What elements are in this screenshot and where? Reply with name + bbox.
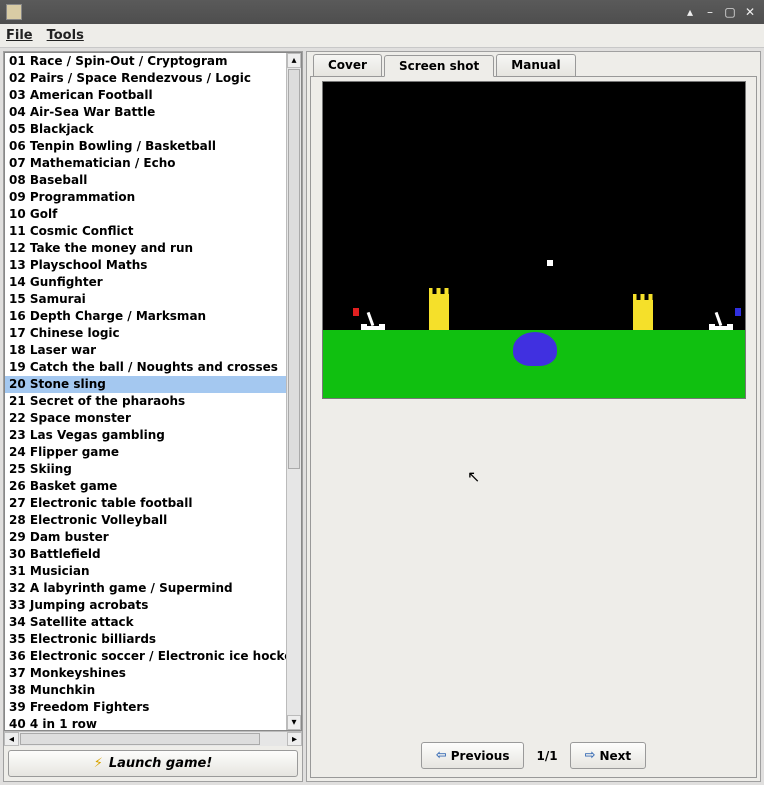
mouse-cursor-icon: ↖ (467, 467, 480, 486)
launch-label: Launch game! (109, 756, 212, 771)
list-item[interactable]: 06 Tenpin Bowling / Basketball (5, 138, 286, 155)
list-item[interactable]: 16 Depth Charge / Marksman (5, 308, 286, 325)
list-item[interactable]: 12 Take the money and run (5, 240, 286, 257)
list-item[interactable]: 08 Baseball (5, 172, 286, 189)
list-item[interactable]: 03 American Football (5, 87, 286, 104)
list-item[interactable]: 18 Laser war (5, 342, 286, 359)
maximize-button[interactable]: ▢ (722, 4, 738, 20)
list-item[interactable]: 31 Musician (5, 563, 286, 580)
list-item[interactable]: 40 4 in 1 row (5, 716, 286, 730)
list-item[interactable]: 39 Freedom Fighters (5, 699, 286, 716)
list-item[interactable]: 38 Munchkin (5, 682, 286, 699)
page-counter: 1/1 (536, 749, 557, 763)
close-button[interactable]: ✕ (742, 4, 758, 20)
tab-cover[interactable]: Cover (313, 54, 382, 76)
scroll-left-icon[interactable]: ◂ (4, 732, 19, 746)
tab-screenshot[interactable]: Screen shot (384, 55, 494, 77)
hscroll-thumb[interactable] (20, 733, 260, 745)
launch-game-button[interactable]: ⚡ Launch game! (8, 750, 298, 777)
list-item[interactable]: 21 Secret of the pharaohs (5, 393, 286, 410)
list-item[interactable]: 27 Electronic table football (5, 495, 286, 512)
list-item[interactable]: 02 Pairs / Space Rendezvous / Logic (5, 70, 286, 87)
menu-tools[interactable]: Tools (47, 28, 84, 43)
lightning-icon: ⚡ (94, 756, 103, 771)
nav-bar: ⇦ Previous 1/1 ⇨ Next (311, 734, 756, 777)
list-item[interactable]: 22 Space monster (5, 410, 286, 427)
list-item[interactable]: 26 Basket game (5, 478, 286, 495)
list-item[interactable]: 33 Jumping acrobats (5, 597, 286, 614)
minimize-button[interactable]: – (702, 4, 718, 20)
list-item[interactable]: 30 Battlefield (5, 546, 286, 563)
scroll-right-icon[interactable]: ▸ (287, 732, 302, 746)
menubar: File Tools (0, 24, 764, 48)
list-item[interactable]: 35 Electronic billiards (5, 631, 286, 648)
list-item[interactable]: 29 Dam buster (5, 529, 286, 546)
list-item[interactable]: 17 Chinese logic (5, 325, 286, 342)
list-item[interactable]: 09 Programmation (5, 189, 286, 206)
list-item[interactable]: 11 Cosmic Conflict (5, 223, 286, 240)
arrow-right-icon: ⇨ (585, 748, 596, 763)
list-item[interactable]: 37 Monkeyshines (5, 665, 286, 682)
arrow-left-icon: ⇦ (436, 748, 447, 763)
list-item[interactable]: 04 Air-Sea War Battle (5, 104, 286, 121)
next-button[interactable]: ⇨ Next (570, 742, 647, 769)
game-list[interactable]: 01 Race / Spin-Out / Cryptogram02 Pairs … (5, 53, 286, 730)
previous-button[interactable]: ⇦ Previous (421, 742, 525, 769)
list-item[interactable]: 28 Electronic Volleyball (5, 512, 286, 529)
list-item[interactable]: 23 Las Vegas gambling (5, 427, 286, 444)
list-item[interactable]: 25 Skiing (5, 461, 286, 478)
list-item[interactable]: 07 Mathematician / Echo (5, 155, 286, 172)
scroll-down-icon[interactable]: ▾ (287, 715, 301, 730)
tab-manual[interactable]: Manual (496, 54, 575, 76)
menu-file[interactable]: File (6, 28, 33, 43)
window-titlebar: ▴ – ▢ ✕ (0, 0, 764, 24)
screenshot-view (311, 77, 756, 403)
game-screenshot (322, 81, 746, 399)
game-list-panel: 01 Race / Spin-Out / Cryptogram02 Pairs … (3, 51, 303, 782)
horizontal-scrollbar[interactable]: ◂ ▸ (4, 731, 302, 746)
scroll-up-icon[interactable]: ▴ (287, 53, 301, 68)
list-item[interactable]: 19 Catch the ball / Noughts and crosses (5, 359, 286, 376)
list-item[interactable]: 14 Gunfighter (5, 274, 286, 291)
vertical-scrollbar[interactable]: ▴ ▾ (286, 53, 301, 730)
empty-area: ↖ (311, 403, 756, 734)
list-item[interactable]: 36 Electronic soccer / Electronic ice ho… (5, 648, 286, 665)
list-item[interactable]: 15 Samurai (5, 291, 286, 308)
list-item[interactable]: 34 Satellite attack (5, 614, 286, 631)
list-item[interactable]: 24 Flipper game (5, 444, 286, 461)
list-item[interactable]: 10 Golf (5, 206, 286, 223)
app-icon (6, 4, 22, 20)
list-item[interactable]: 01 Race / Spin-Out / Cryptogram (5, 53, 286, 70)
preview-panel: Cover Screen shot Manual (306, 51, 761, 782)
tab-bar: Cover Screen shot Manual (307, 52, 760, 76)
list-item[interactable]: 13 Playschool Maths (5, 257, 286, 274)
rollup-button[interactable]: ▴ (682, 4, 698, 20)
scroll-thumb[interactable] (288, 69, 300, 469)
list-item[interactable]: 20 Stone sling (5, 376, 286, 393)
list-item[interactable]: 05 Blackjack (5, 121, 286, 138)
list-item[interactable]: 32 A labyrinth game / Supermind (5, 580, 286, 597)
